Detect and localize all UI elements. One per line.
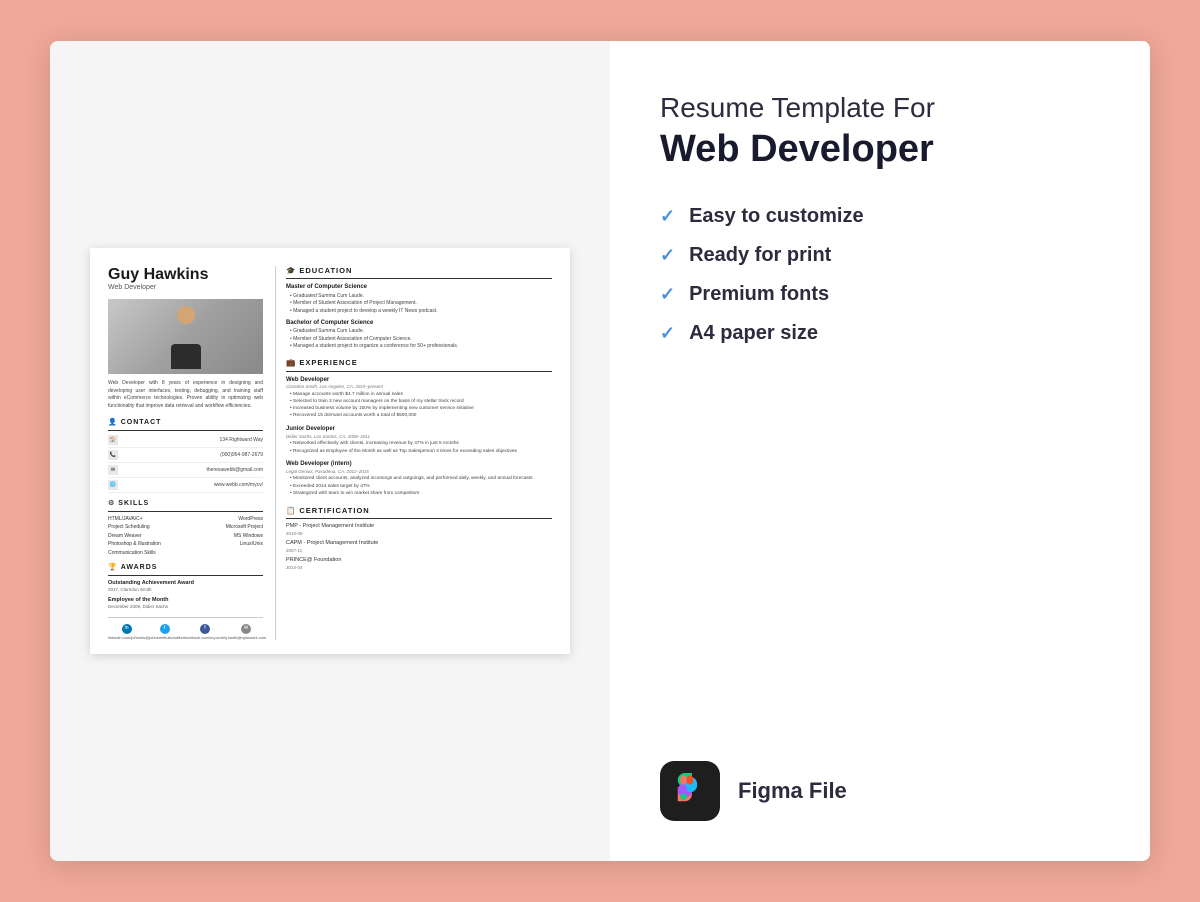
social-twitter: t @johnsmithutw.twitter <box>145 624 184 641</box>
social-linkedin: in linkedin.com/johnutw <box>108 624 145 641</box>
email-social-icon: ✉ <box>241 624 251 634</box>
check-icon: ✓ <box>660 245 675 266</box>
contact-phone-text: (000)954-987-2679 <box>121 452 263 459</box>
education-icon: 🎓 <box>286 266 296 277</box>
education-title: 🎓 EDUCATION <box>286 266 552 280</box>
person-figure <box>166 304 206 369</box>
person-body <box>171 344 201 369</box>
social-email: ✉ j.smith@uptowork.com <box>226 624 267 641</box>
feature-customize: ✓ Easy to customize <box>660 205 1110 228</box>
info-panel: Resume Template For Web Developer ✓ Easy… <box>610 41 1150 861</box>
skills-list: HTML/JAVA/C+ WordPress Project Schedulin… <box>108 516 263 557</box>
contact-list: 🏠 134 Rightward Way 📞 (000)954-987-2679 … <box>108 435 263 493</box>
resume-right-column: 🎓 EDUCATION Master of Computer Science G… <box>275 266 552 640</box>
resume-job-title: Web Developer <box>108 283 263 293</box>
social-links: in linkedin.com/johnutw t @johnsmithutw.… <box>108 617 263 641</box>
resume-preview: Guy Hawkins Web Developer Web Developer … <box>50 41 610 861</box>
resume-name: Guy Hawkins <box>108 266 263 284</box>
social-facebook: f facebook.com/my.smith <box>184 624 226 641</box>
person-head <box>177 306 195 324</box>
figma-logo-box <box>660 761 720 821</box>
awards-section-title: 🏆 AWARDS <box>108 563 263 576</box>
check-icon: ✓ <box>660 206 675 227</box>
figma-label: Figma File <box>738 778 847 804</box>
skills-section: ⚙ SKILLS HTML/JAVA/C+ WordPress Project … <box>108 499 263 557</box>
skill-row: Photoshop & Illustration Linux/Unix <box>108 541 263 548</box>
awards-section: 🏆 AWARDS Outstanding Achievement Award 2… <box>108 563 263 611</box>
awards-icon: 🏆 <box>108 563 118 573</box>
cert-item: CAPM - Project Management Institute 2007… <box>286 540 552 554</box>
contact-address: 🏠 134 Rightward Way <box>108 435 263 448</box>
address-icon: 🏠 <box>108 435 118 445</box>
award-item: Outstanding Achievement Award 2017, Clar… <box>108 580 263 594</box>
skill-row: Communication Skills <box>108 550 263 557</box>
feature-label-customize: Easy to customize <box>689 205 864 228</box>
experience-title: 💼 EXPERIENCE <box>286 358 552 372</box>
certification-icon: 📋 <box>286 506 296 517</box>
contact-section-title: 👤 CONTACT <box>108 418 263 431</box>
skill-row: Dream Weaver MS Windows <box>108 533 263 540</box>
feature-paper: ✓ A4 paper size <box>660 322 1110 345</box>
email-icon: ✉ <box>108 465 118 475</box>
degree-item: Master of Computer Science Graduated Sum… <box>286 283 552 314</box>
resume-bio: Web Developer with 8 years of experience… <box>108 380 263 410</box>
contact-icon: 👤 <box>108 418 118 428</box>
award-item: Employee of the Month December 2009, Did… <box>108 597 263 611</box>
skill-row: Project Scheduling Microsoft Project <box>108 524 263 531</box>
linkedin-icon: in <box>122 624 132 634</box>
job-item: Web Developer (intern) Legal Genius, Pas… <box>286 460 552 497</box>
feature-label-paper: A4 paper size <box>689 322 818 345</box>
cert-item: PRINCE@ Foundation 2014-04 <box>286 557 552 571</box>
certification-title: 📋 CERTiFiCATiON <box>286 506 552 520</box>
job-item: Web Developer Claredon Smith, Los Angele… <box>286 376 552 421</box>
check-icon: ✓ <box>660 284 675 305</box>
figma-section: Figma File <box>660 761 1110 821</box>
phone-icon: 📞 <box>108 450 118 460</box>
feature-print: ✓ Ready for print <box>660 244 1110 267</box>
feature-fonts: ✓ Premium fonts <box>660 283 1110 306</box>
resume-left-column: Guy Hawkins Web Developer Web Developer … <box>108 266 263 640</box>
job-item: Junior Developer Didier Sachs, Los Santo… <box>286 425 552 455</box>
contact-phone: 📞 (000)954-987-2679 <box>108 450 263 463</box>
main-container: Guy Hawkins Web Developer Web Developer … <box>50 41 1150 861</box>
contact-email-text: theresawebb@gmail.com <box>121 467 263 474</box>
check-icon: ✓ <box>660 323 675 344</box>
experience-icon: 💼 <box>286 358 296 369</box>
twitter-icon: t <box>160 624 170 634</box>
info-subtitle: Resume Template For <box>660 91 1110 125</box>
education-section: 🎓 EDUCATION Master of Computer Science G… <box>286 266 552 350</box>
contact-web-text: www.webb.com/mycv/ <box>121 482 263 489</box>
contact-email: ✉ theresawebb@gmail.com <box>108 465 263 478</box>
feature-label-fonts: Premium fonts <box>689 283 829 306</box>
skills-section-title: ⚙ SKILLS <box>108 499 263 512</box>
feature-label-print: Ready for print <box>689 244 831 267</box>
cert-item: PMP - Project Management Institute 2010-… <box>286 523 552 537</box>
facebook-icon: f <box>200 624 210 634</box>
skills-icon: ⚙ <box>108 499 115 509</box>
figma-logo-icon <box>672 773 708 809</box>
degree-item: Bachelor of Computer Science Graduated S… <box>286 319 552 350</box>
experience-section: 💼 EXPERIENCE Web Developer Claredon Smit… <box>286 358 552 497</box>
web-icon: 🌐 <box>108 480 118 490</box>
resume-photo <box>108 299 263 374</box>
info-main-title: Web Developer <box>660 129 1110 171</box>
features-list: ✓ Easy to customize ✓ Ready for print ✓ … <box>660 205 1110 345</box>
certification-section: 📋 CERTiFiCATiON PMP - Project Management… <box>286 506 552 571</box>
skill-row: HTML/JAVA/C+ WordPress <box>108 516 263 523</box>
contact-section: 👤 CONTACT 🏠 134 Rightward Way 📞 (000)954… <box>108 418 263 493</box>
contact-address-text: 134 Rightward Way <box>121 437 263 444</box>
contact-web: 🌐 www.webb.com/mycv/ <box>108 480 263 493</box>
info-top: Resume Template For Web Developer ✓ Easy… <box>660 91 1110 385</box>
resume-paper: Guy Hawkins Web Developer Web Developer … <box>90 248 570 654</box>
